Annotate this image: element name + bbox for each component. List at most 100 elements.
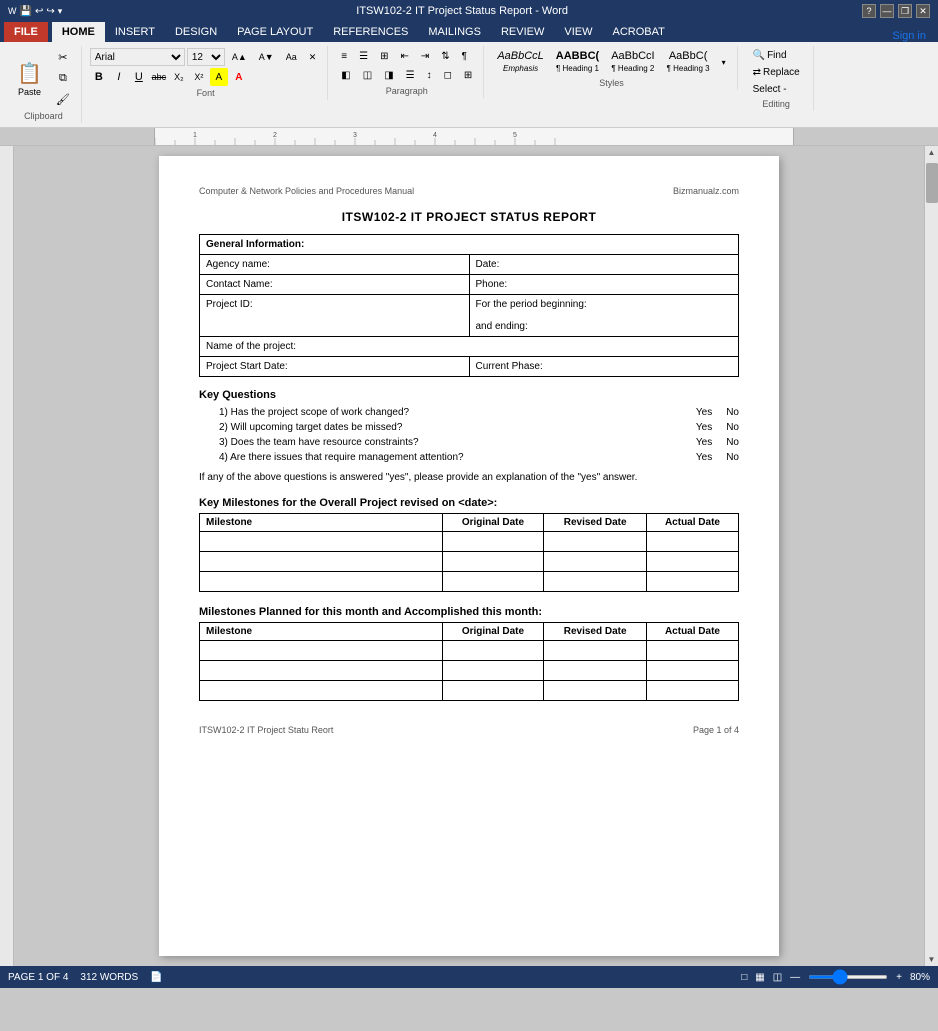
quick-more[interactable]: ▾ — [58, 6, 63, 17]
find-button[interactable]: 🔍 Find — [746, 48, 807, 63]
ribbon-tab-bar: FILE HOME INSERT DESIGN PAGE LAYOUT REFE… — [0, 22, 938, 42]
restore-button[interactable]: ❐ — [898, 4, 912, 18]
tab-references[interactable]: REFERENCES — [323, 22, 418, 42]
justify-button[interactable]: ☰ — [401, 67, 420, 84]
quick-undo[interactable]: ↩ — [35, 6, 43, 17]
replace-button[interactable]: ⇄ Replace — [746, 65, 807, 80]
ruler: 1 2 3 4 5 — [0, 128, 938, 146]
tab-view[interactable]: VIEW — [554, 22, 602, 42]
tab-insert[interactable]: INSERT — [105, 22, 165, 42]
font-shrink-button[interactable]: A▼ — [254, 49, 279, 65]
footer-right: Page 1 of 4 — [693, 725, 739, 735]
strikethrough-button[interactable]: abc — [150, 68, 168, 86]
general-info-table: General Information: Agency name: Date: … — [199, 234, 739, 377]
style-emphasis[interactable]: AaBbCcLEmphasis — [492, 48, 548, 76]
subscript-button[interactable]: X₂ — [170, 68, 188, 86]
sort-button[interactable]: ⇅ — [436, 48, 454, 65]
increase-indent-button[interactable]: ⇥ — [416, 48, 434, 65]
style-heading1[interactable]: AABBC(¶ Heading 1 — [551, 48, 604, 76]
window-title: ITSW102-2 IT Project Status Report - Wor… — [356, 5, 568, 17]
q2-no: No — [726, 422, 739, 433]
zoom-slider[interactable] — [808, 975, 888, 979]
font-grow-button[interactable]: A▲ — [227, 49, 252, 65]
ruler-content: 1 2 3 4 5 — [155, 128, 793, 145]
scrollbar-thumb[interactable] — [926, 163, 938, 203]
tab-review[interactable]: REVIEW — [491, 22, 554, 42]
page-info: PAGE 1 OF 4 — [8, 972, 68, 983]
tab-acrobat[interactable]: ACROBAT — [602, 22, 674, 42]
paste-button[interactable]: 📋 — [12, 60, 47, 87]
header-right: Bizmanualz.com — [673, 186, 739, 196]
font-case-button[interactable]: Aa — [281, 49, 302, 65]
zoom-in-button[interactable]: + — [896, 972, 902, 983]
font-name-select[interactable]: Arial — [90, 48, 185, 66]
scroll-up-arrow[interactable]: ▲ — [926, 146, 938, 159]
planned-actual-col: Actual Date — [646, 623, 738, 641]
planned-original-col: Original Date — [442, 623, 544, 641]
view-normal-button[interactable]: □ — [741, 972, 747, 983]
tab-file[interactable]: FILE — [4, 22, 48, 42]
zoom-out-button[interactable]: — — [790, 972, 800, 983]
scroll-down-arrow[interactable]: ▼ — [926, 953, 938, 966]
font-color-button[interactable]: A — [230, 68, 248, 86]
line-spacing-button[interactable]: ↕ — [422, 67, 437, 84]
copy-button[interactable]: ⧉ — [51, 69, 75, 88]
shading-button[interactable]: ◻ — [439, 67, 457, 84]
clipboard-label: Clipboard — [24, 111, 63, 121]
help-button[interactable]: ? — [862, 4, 876, 18]
show-marks-button[interactable]: ¶ — [457, 48, 472, 65]
quick-save[interactable]: 💾 — [20, 6, 32, 17]
scrollbar[interactable]: ▲ ▼ — [924, 146, 938, 966]
align-left-button[interactable]: ◧ — [336, 67, 355, 84]
format-painter-button[interactable]: 🖌 — [51, 90, 75, 109]
tab-mailings[interactable]: MAILINGS — [418, 22, 491, 42]
styles-more-button[interactable]: ▾ — [717, 55, 731, 70]
q1-yes: Yes — [696, 407, 712, 418]
view-web-button[interactable]: ◫ — [773, 972, 782, 983]
ruler-left-margin — [0, 128, 155, 145]
key-milestones-table: Milestone Original Date Revised Date Act… — [199, 513, 739, 592]
font-size-select[interactable]: 12 — [187, 48, 225, 66]
clear-format-button[interactable]: ✕ — [304, 49, 322, 66]
underline-button[interactable]: U — [130, 68, 148, 86]
align-center-button[interactable]: ◫ — [358, 67, 377, 84]
multilevel-list-button[interactable]: ⊞ — [375, 48, 393, 65]
planned-milestone-col: Milestone — [200, 623, 443, 641]
editing-group: 🔍 Find ⇄ Replace Select - Editing — [740, 46, 814, 111]
tab-design[interactable]: DESIGN — [165, 22, 227, 42]
numbered-list-button[interactable]: ☰ — [354, 48, 373, 65]
close-button[interactable]: ✕ — [916, 4, 930, 18]
project-name-label: Name of the project: — [200, 337, 739, 357]
status-bar-right: □ ▦ ◫ — + 80% — [741, 972, 930, 983]
left-ruler — [0, 146, 14, 966]
bold-button[interactable]: B — [90, 68, 108, 86]
contact-row: Contact Name: Phone: — [200, 275, 739, 295]
bullets-button[interactable]: ≡ — [336, 48, 352, 65]
tab-page-layout[interactable]: PAGE LAYOUT — [227, 22, 323, 42]
tab-home[interactable]: HOME — [52, 22, 105, 42]
minimize-button[interactable]: — — [880, 4, 894, 18]
sign-in[interactable]: Sign in — [892, 30, 934, 42]
clipboard-group: 📋 Paste ✂ ⧉ 🖌 Clipboard — [6, 46, 82, 123]
text-highlight-button[interactable]: A — [210, 68, 228, 86]
italic-button[interactable]: I — [110, 68, 128, 86]
planned-row-3 — [200, 681, 739, 701]
border-button[interactable]: ⊞ — [459, 67, 477, 84]
quick-redo[interactable]: ↪ — [46, 6, 54, 17]
style-heading2[interactable]: AaBbCcI¶ Heading 2 — [606, 48, 659, 76]
superscript-button[interactable]: X² — [190, 68, 208, 86]
align-right-button[interactable]: ◨ — [379, 67, 398, 84]
style-heading3[interactable]: AaBbC(¶ Heading 3 — [662, 48, 715, 76]
document-footer: ITSW102-2 IT Project Statu Reort Page 1 … — [199, 721, 739, 735]
question-1: 1) Has the project scope of work changed… — [199, 407, 739, 418]
milestones-planned-heading: Milestones Planned for this month and Ac… — [199, 606, 739, 618]
document-page: Computer & Network Policies and Procedur… — [159, 156, 779, 956]
language-icon[interactable]: 📄 — [150, 972, 162, 983]
period-label: For the period beginning:and ending: — [469, 295, 739, 337]
title-bar-icons: W 💾 ↩ ↪ ▾ — [8, 6, 62, 17]
select-button[interactable]: Select - — [746, 82, 807, 97]
view-layout-button[interactable]: ▦ — [755, 972, 764, 983]
project-name-row: Name of the project: — [200, 337, 739, 357]
decrease-indent-button[interactable]: ⇤ — [395, 48, 413, 65]
cut-button[interactable]: ✂ — [51, 48, 75, 67]
